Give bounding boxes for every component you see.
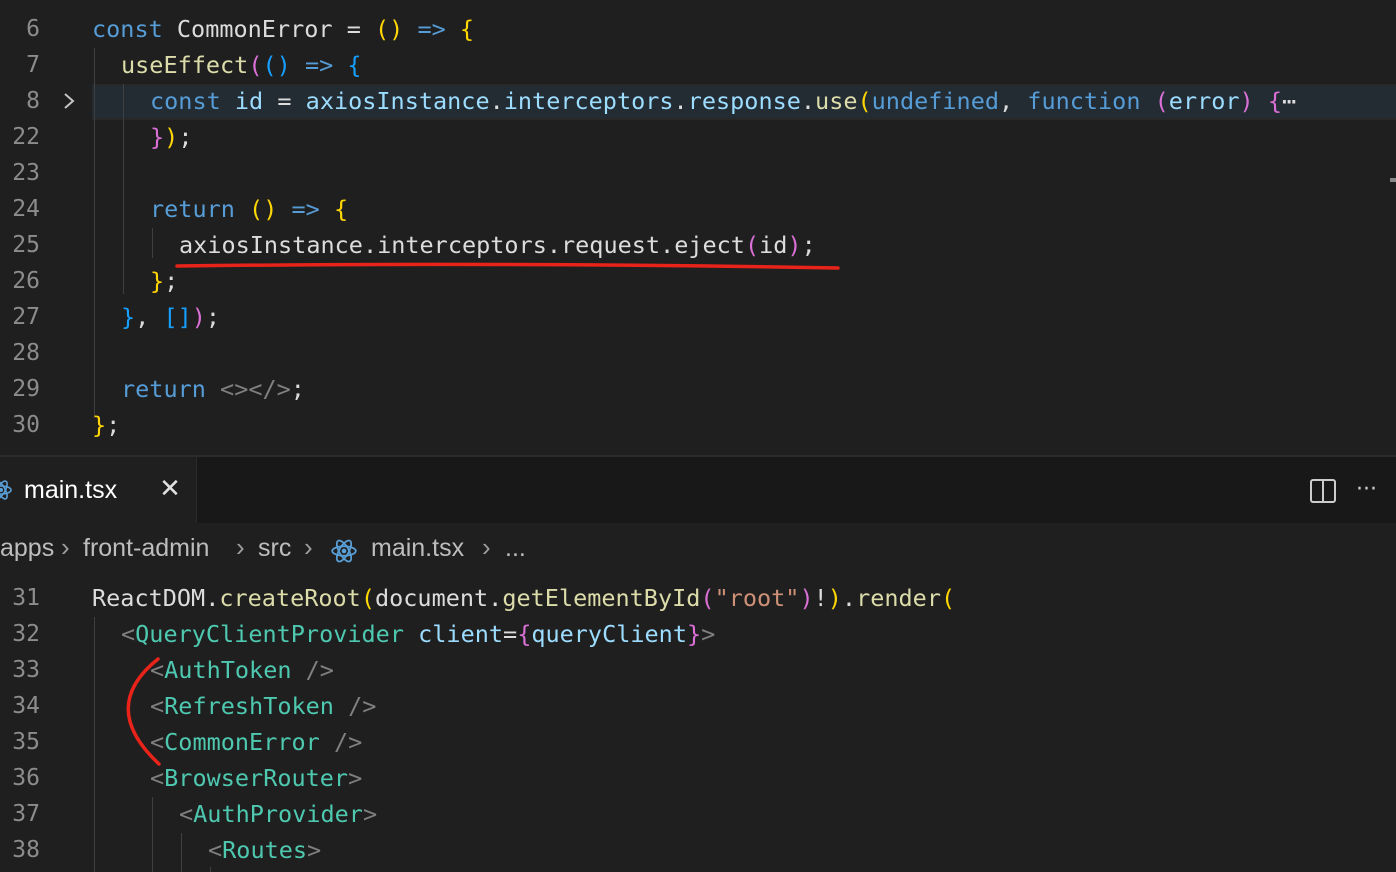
bottom-editor[interactable]: 31 ReactDOM.createRoot(document.getEleme… — [0, 577, 1396, 872]
tab-label: main.tsx — [24, 476, 118, 504]
react-icon — [0, 479, 12, 501]
breadcrumb: apps › front-admin › src › main.tsx › ..… — [0, 523, 1396, 577]
breadcrumb-item-src[interactable]: src — [258, 534, 291, 563]
red-bracket-annotation — [126, 657, 161, 766]
breadcrumb-item-apps[interactable]: apps — [0, 534, 54, 563]
react-icon — [331, 538, 357, 571]
breadcrumb-item-symbol[interactable]: ... — [505, 534, 526, 563]
split-editor-icon[interactable] — [1308, 476, 1338, 506]
scrollbar-marker — [1390, 178, 1396, 182]
red-underline-annotation — [175, 262, 840, 270]
chevron-right-icon: › — [61, 532, 70, 562]
top-editor[interactable]: 6 const CommonError = () => { 7 useEffec… — [0, 0, 1396, 455]
breadcrumb-item-front-admin[interactable]: front-admin — [83, 534, 209, 563]
editor-tab-bar: main.tsx ✕ ··· — [0, 455, 1396, 525]
close-icon[interactable]: ✕ — [158, 476, 182, 502]
breadcrumb-item-main-tsx[interactable]: main.tsx — [371, 534, 464, 563]
chevron-right-icon: › — [304, 532, 313, 562]
more-icon[interactable]: ··· — [1356, 475, 1390, 505]
chevron-right-icon: › — [482, 532, 491, 562]
chevron-right-icon: › — [236, 532, 245, 562]
tab-main-tsx[interactable]: main.tsx ✕ — [0, 457, 197, 525]
